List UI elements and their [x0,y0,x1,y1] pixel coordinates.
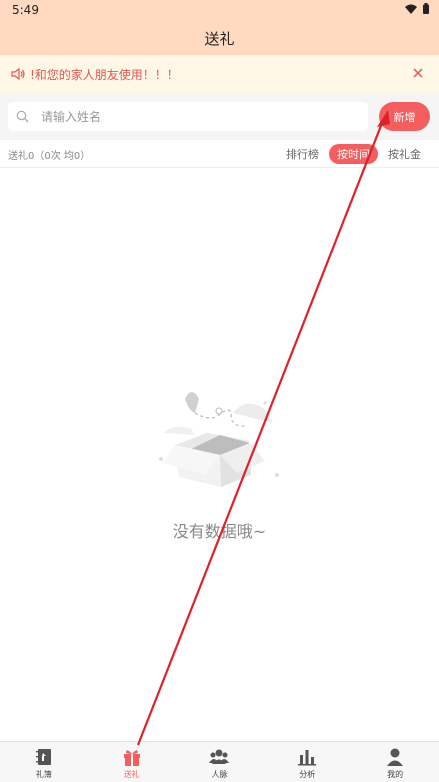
search-icon [16,110,29,123]
book-icon [35,749,51,765]
nav-label: 礼簿 [35,770,52,779]
top-bar: 5:49 送礼 [0,0,439,55]
wifi-icon [405,4,417,14]
search-box[interactable] [8,102,368,131]
status-icons [405,3,429,14]
filter-row: 送礼0（0次 均0） 排行榜 按时间 按礼金 [0,140,439,168]
nav-label: 我的 [387,770,404,779]
nav-item-book[interactable]: 礼簿 [0,742,88,782]
empty-state-text: 没有数据哦~ [172,522,267,541]
speaker-icon [11,67,25,81]
nav-item-people[interactable]: 人脉 [176,742,264,782]
empty-box-icon [159,392,279,487]
close-icon[interactable] [411,66,425,80]
bar-chart-icon [298,750,317,766]
sort-tabs: 排行榜 按时间 按礼金 [282,144,425,164]
nav-label: 分析 [299,770,316,779]
nav-label: 送礼 [123,770,140,779]
gift-summary: 送礼0（0次 均0） [8,151,91,162]
nav-label: 人脉 [211,770,228,779]
nav-item-gift[interactable]: 送礼 [88,742,176,782]
nav-item-profile[interactable]: 我的 [351,742,439,782]
bottom-nav: 礼簿 送礼 人脉 分析 我的 [0,741,439,782]
status-time: 5:49 [12,3,39,17]
person-icon [387,748,404,766]
gift-icon [123,750,140,766]
sort-tab-by-time[interactable]: 按时间 [329,144,378,164]
nav-item-analysis[interactable]: 分析 [263,742,351,782]
sort-tab-by-amount[interactable]: 按礼金 [384,144,425,164]
page-title: 送礼 [204,30,235,48]
search-row: 新增 [0,93,439,139]
battery-icon [423,3,429,14]
add-button[interactable]: 新增 [379,102,430,131]
sort-tab-ranking[interactable]: 排行榜 [282,144,323,164]
people-icon [209,749,230,764]
notice-bar: !和您的家人朋友使用！！！ [0,55,439,93]
search-input[interactable] [41,109,341,124]
notice-text: !和您的家人朋友使用！！！ [30,67,179,82]
gift-list: 没有数据哦~ [0,168,439,741]
